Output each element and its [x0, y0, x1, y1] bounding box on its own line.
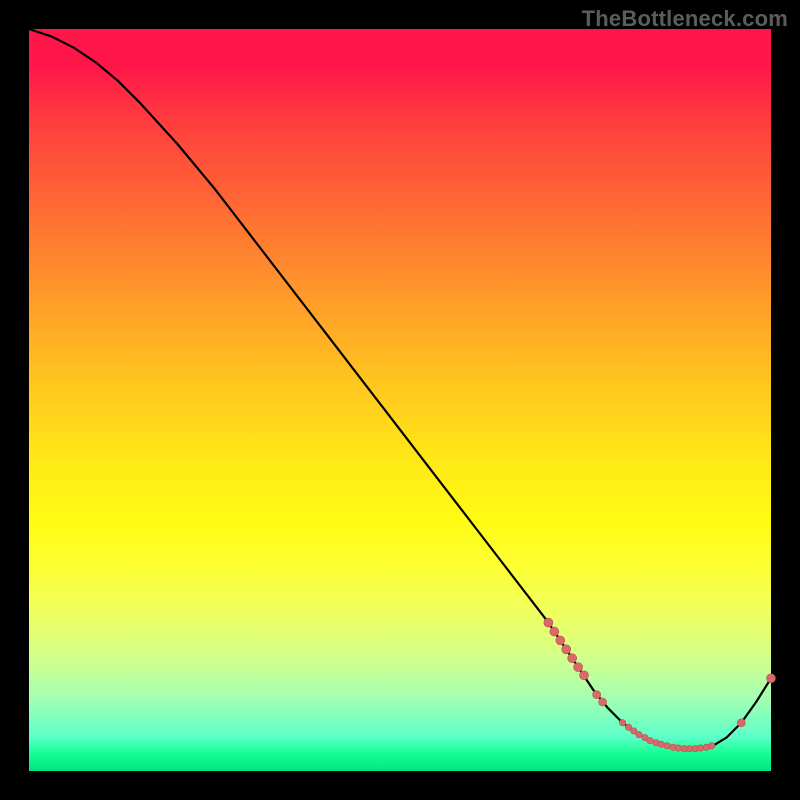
curve-marker — [647, 737, 653, 743]
curve-marker — [599, 698, 607, 706]
curve-marker — [636, 731, 642, 737]
curve-marker — [686, 746, 692, 752]
curve-layer — [29, 29, 771, 771]
curve-marker — [556, 636, 565, 645]
curve-marker — [580, 671, 589, 680]
curve-marker — [658, 741, 664, 747]
curve-markers — [544, 618, 776, 752]
curve-marker — [544, 618, 553, 627]
curve-marker — [562, 645, 571, 654]
curve-marker — [574, 663, 583, 672]
curve-marker — [675, 745, 681, 751]
curve-marker — [767, 674, 776, 683]
curve-marker — [708, 743, 714, 749]
curve-marker — [593, 691, 601, 699]
curve-marker — [550, 627, 559, 636]
curve-marker — [664, 743, 670, 749]
bottleneck-curve — [29, 29, 771, 749]
chart-container: TheBottleneck.com — [0, 0, 800, 800]
curve-marker — [619, 720, 625, 726]
curve-marker — [568, 654, 577, 663]
curve-marker — [697, 745, 703, 751]
curve-marker — [737, 719, 745, 727]
